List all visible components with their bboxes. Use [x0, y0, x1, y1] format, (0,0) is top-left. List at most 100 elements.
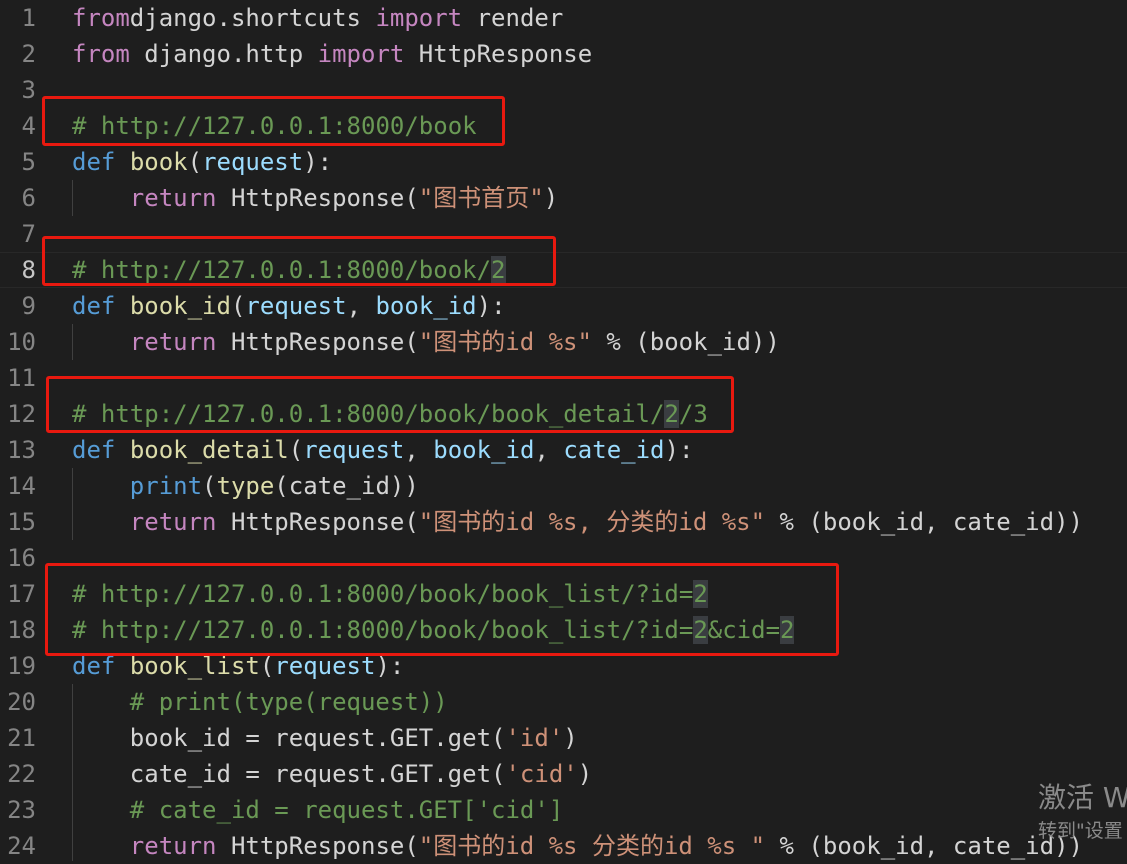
code-line[interactable]: 13 def book_detail(request, book_id, cate… — [0, 432, 1127, 468]
code-token: type — [216, 472, 275, 500]
line-number: 20 — [7, 688, 36, 716]
code-token: HttpResponse( — [216, 508, 419, 536]
code-token: return — [129, 832, 217, 860]
code-token: book_detail — [129, 436, 289, 464]
line-number: 22 — [7, 760, 36, 788]
code-token: def — [72, 652, 116, 680]
code-text: return HttpResponse("图书首页") — [72, 180, 558, 216]
code-line[interactable]: 1 fromdjango.shortcuts import render — [0, 0, 1127, 36]
code-line[interactable]: 21 book_id = request.GET.get('id') — [0, 720, 1127, 756]
line-number: 11 — [7, 364, 36, 392]
indent-guide — [72, 180, 73, 216]
code-text: # print(type(request)) — [72, 684, 448, 720]
code-token: % (book_id, cate_id)) — [765, 508, 1083, 536]
code-token: # cate_id = request.GET['cid'] — [129, 796, 564, 824]
code-token: render — [462, 4, 564, 32]
activation-watermark-title: 激活 W — [1038, 781, 1127, 814]
code-line[interactable]: 9 def book_id(request, book_id): — [0, 288, 1127, 324]
code-line[interactable]: 22 cate_id = request.GET.get('cid') — [0, 756, 1127, 792]
code-token: % (book_id, cate_id)) — [765, 832, 1083, 860]
code-token: HttpResponse( — [216, 832, 419, 860]
code-token: def — [72, 436, 116, 464]
url-highlight-box-book-id — [42, 236, 556, 286]
indent-guide — [72, 468, 73, 540]
code-token: print — [129, 472, 203, 500]
code-token: django.shortcuts — [129, 4, 376, 32]
code-token: HttpResponse( — [216, 328, 419, 356]
code-token: ( — [259, 652, 275, 680]
line-number: 24 — [7, 832, 36, 860]
code-token: ) — [577, 760, 593, 788]
code-line[interactable]: 10 return HttpResponse("图书的id %s" % (boo… — [0, 324, 1127, 360]
line-number: 23 — [7, 796, 36, 824]
code-text: print(type(cate_id)) — [72, 468, 419, 504]
indent-guide — [72, 324, 73, 360]
code-token: # print(type(request)) — [129, 688, 448, 716]
code-token: 'id' — [505, 724, 564, 752]
code-line[interactable]: 24 return HttpResponse("图书的id %s 分类的id %… — [0, 828, 1127, 864]
line-number: 3 — [21, 76, 36, 104]
line-number: 7 — [21, 220, 36, 248]
code-token: ( — [230, 292, 246, 320]
code-token: book_id = request.GET.get( — [72, 724, 506, 752]
code-token: cate_id — [563, 436, 665, 464]
code-token: return — [129, 328, 217, 356]
code-line[interactable]: 23 # cate_id = request.GET['cid'] — [0, 792, 1127, 828]
code-token: book_id — [433, 436, 535, 464]
code-line[interactable]: 15 return HttpResponse("图书的id %s, 分类的id … — [0, 504, 1127, 540]
code-token: request — [274, 652, 376, 680]
code-line[interactable]: 5 def book(request): — [0, 144, 1127, 180]
line-number: 2 — [21, 40, 36, 68]
code-line[interactable]: 20 # print(type(request)) — [0, 684, 1127, 720]
line-number: 14 — [7, 472, 36, 500]
code-token: return — [129, 184, 217, 212]
code-token: ): — [303, 148, 333, 176]
code-line[interactable]: 2 from django.http import HttpResponse — [0, 36, 1127, 72]
code-token: book_list — [129, 652, 260, 680]
line-number: 15 — [7, 508, 36, 536]
code-token: request — [202, 148, 304, 176]
line-number: 6 — [21, 184, 36, 212]
code-line[interactable]: 14 print(type(cate_id)) — [0, 468, 1127, 504]
code-token: book_id — [375, 292, 477, 320]
line-number: 13 — [7, 436, 36, 464]
code-text: # cate_id = request.GET['cid'] — [72, 792, 563, 828]
code-token: django.http — [129, 40, 318, 68]
code-token: "图书首页" — [418, 184, 544, 212]
code-token: ) — [543, 184, 559, 212]
code-token: HttpResponse( — [216, 184, 419, 212]
code-text: fromdjango.shortcuts import render — [72, 0, 563, 36]
code-token: ( — [202, 472, 217, 500]
code-token: from — [72, 4, 130, 32]
activation-watermark-subtitle: 转到"设置 — [1038, 820, 1123, 842]
code-token: , — [346, 292, 376, 320]
code-text: book_id = request.GET.get('id') — [72, 720, 578, 756]
code-token: return — [129, 508, 217, 536]
code-token: "图书的id %s" — [418, 328, 592, 356]
code-line[interactable]: 6 return HttpResponse("图书首页") — [0, 180, 1127, 216]
line-number: 10 — [7, 328, 36, 356]
code-token: import — [317, 40, 405, 68]
line-number: 19 — [7, 652, 36, 680]
code-token: (cate_id)) — [274, 472, 419, 500]
code-token: cate_id = request.GET.get( — [72, 760, 506, 788]
line-number: 17 — [7, 580, 36, 608]
code-text: def book_detail(request, book_id, cate_i… — [72, 432, 693, 468]
code-editor[interactable]: 1 fromdjango.shortcuts import render 2 from… — [0, 0, 1127, 861]
code-token: ( — [187, 148, 203, 176]
code-token: def — [72, 148, 116, 176]
code-token: request — [303, 436, 405, 464]
code-text: return HttpResponse("图书的id %s, 分类的id %s"… — [72, 504, 1083, 540]
code-token: book_id — [129, 292, 231, 320]
code-text: return HttpResponse("图书的id %s 分类的id %s "… — [72, 828, 1083, 864]
indent-guide — [72, 684, 73, 861]
code-token: ): — [476, 292, 506, 320]
